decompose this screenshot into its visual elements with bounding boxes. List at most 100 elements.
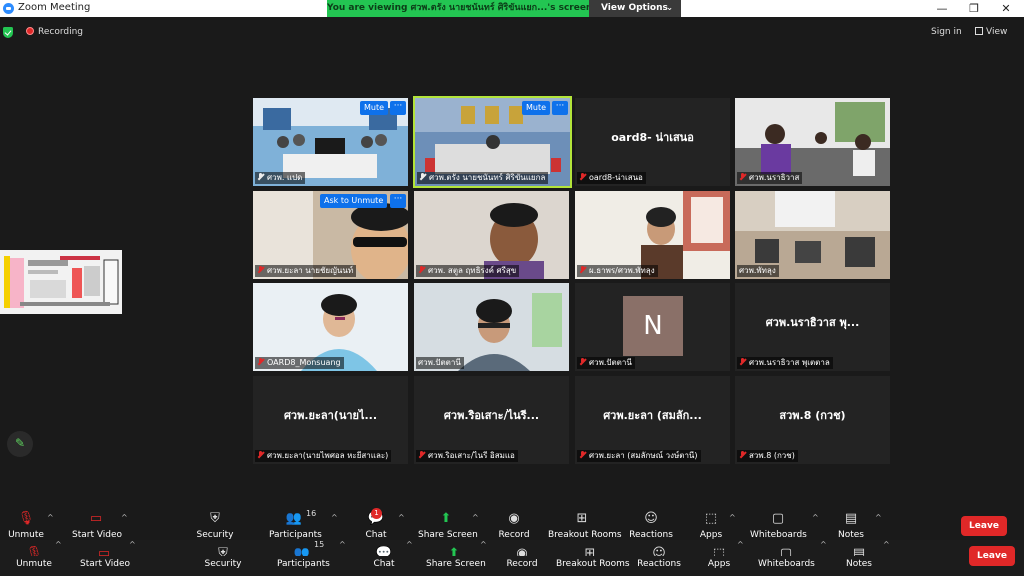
recording-indicator[interactable]: Recording: [26, 27, 83, 37]
more-options-button[interactable]: ···: [390, 194, 406, 208]
microphone-icon: [419, 173, 426, 181]
start-video-button[interactable]: ▭ Start Video: [72, 511, 122, 540]
breakout-rooms-icon: ⊞: [584, 546, 596, 556]
annotate-pencil-button[interactable]: ✎: [7, 431, 33, 457]
reactions-icon: ☺: [652, 546, 666, 556]
chat-button[interactable]: 💬1Chat: [362, 508, 390, 540]
breakout-rooms-button[interactable]: ⊞ Breakout Rooms: [556, 546, 630, 569]
muted-microphone-icon: [739, 358, 746, 366]
shared-screen-thumbnail[interactable]: [0, 250, 122, 314]
mute-button[interactable]: Mute: [522, 101, 551, 115]
participant-tile[interactable]: Mute ··· ศวพ. แปด: [253, 98, 408, 186]
whiteboards-button[interactable]: ▢ Whiteboards: [758, 546, 815, 569]
participant-name: ศวพ.พัทลุง: [737, 265, 779, 277]
participants-button[interactable]: 👥 Participants: [277, 546, 330, 569]
participant-tile[interactable]: ศวพ.ยะลา (สมลัก... ศวพ.ยะลา (สมลักษณ์ วง…: [575, 376, 730, 464]
ask-to-unmute-button[interactable]: Ask to Unmute: [320, 194, 388, 208]
muted-microphone-icon: [418, 266, 425, 274]
participants-options-caret[interactable]: ^: [339, 540, 346, 549]
notes-button[interactable]: ▤ Notes: [837, 511, 865, 540]
video-options-caret[interactable]: ^: [121, 513, 128, 522]
muted-microphone-icon: [579, 266, 586, 274]
notes-button[interactable]: ▤ Notes: [845, 546, 873, 569]
chat-button[interactable]: 💬 Chat: [370, 546, 398, 569]
participant-tile[interactable]: ศวพ.ปัตตานี: [414, 283, 569, 371]
security-button[interactable]: ⛨ Security: [204, 546, 242, 569]
restore-button[interactable]: ❐: [958, 0, 990, 17]
breakout-rooms-button[interactable]: ⊞ Breakout Rooms: [548, 511, 622, 540]
participant-display-name: สวพ.8 (กวช): [779, 409, 846, 422]
participant-tile[interactable]: ศวพ.ยะลา(นายไ... ศวพ.ยะลา(นายไพศอล หะยีส…: [253, 376, 408, 464]
muted-microphone-icon: [257, 266, 264, 274]
notes-options-caret[interactable]: ^: [875, 513, 882, 522]
whiteboards-options-caret[interactable]: ^: [820, 540, 827, 549]
leave-button[interactable]: Leave: [961, 516, 1007, 536]
view-button[interactable]: View: [975, 27, 1007, 37]
participant-tile[interactable]: ศวพ.นราธิวาส: [735, 98, 890, 186]
more-options-button[interactable]: ···: [390, 101, 406, 115]
participant-name: ศวพ.ปัตตานี: [416, 357, 464, 369]
apps-button[interactable]: ⬚ Apps: [698, 511, 724, 540]
unmute-button[interactable]: 🎙 Unmute: [8, 511, 44, 540]
muted-microphone-icon: 🎙: [17, 511, 35, 526]
apps-options-caret[interactable]: ^: [737, 540, 744, 549]
participant-tile[interactable]: ศวพ.ริอเสาะ/ไนรี... ศวพ.ริอเสาะ/ไนรี อิส…: [414, 376, 569, 464]
minimize-button[interactable]: —: [926, 0, 958, 17]
security-shield-icon[interactable]: [3, 27, 13, 38]
notes-icon: ▤: [852, 546, 866, 556]
participant-tile[interactable]: ศวพ. สตูล ฤทธิรงค์ ศรีสุข: [414, 191, 569, 279]
participant-tile[interactable]: oard8- น่าเสนอ oard8-น่าเสนอ: [575, 98, 730, 186]
record-button[interactable]: ◉ Record: [497, 511, 531, 540]
participant-tile[interactable]: ผ.ธาพร/ศวพ.พัทลุง: [575, 191, 730, 279]
video-options-caret[interactable]: ^: [129, 540, 136, 549]
reactions-button[interactable]: ☺ Reactions: [629, 511, 673, 540]
audio-options-caret[interactable]: ^: [55, 540, 62, 549]
participant-tile[interactable]: สวพ.8 (กวช) สวพ.8 (กวช): [735, 376, 890, 464]
close-button[interactable]: ✕: [990, 0, 1022, 17]
chat-options-caret[interactable]: ^: [406, 540, 413, 549]
chat-icon: 💬1: [362, 508, 390, 527]
mute-button[interactable]: Mute: [360, 101, 389, 115]
more-options-button[interactable]: ···: [552, 101, 568, 115]
audio-options-caret[interactable]: ^: [47, 513, 54, 522]
sign-in-link[interactable]: Sign in: [931, 27, 962, 37]
participant-display-name: ศวพ.ยะลา (สมลัก...: [603, 409, 702, 422]
record-button[interactable]: ◉ Record: [505, 546, 539, 569]
share-screen-button[interactable]: ⬆ Share Screen: [418, 511, 478, 540]
participant-tile[interactable]: OARD8_Monsuang: [253, 283, 408, 371]
muted-microphone-icon: 🎙: [25, 546, 43, 556]
notes-options-caret[interactable]: ^: [883, 540, 890, 549]
share-screen-button[interactable]: ⬆ Share Screen: [426, 546, 486, 569]
participant-tile[interactable]: N ศวพ.ปัตตานี: [575, 283, 730, 371]
reactions-button[interactable]: ☺ Reactions: [637, 546, 681, 569]
recording-label: Recording: [38, 27, 84, 37]
participant-tile[interactable]: Ask to Unmute ··· ศวพ.ยะลา นายชัยญันนท์: [253, 191, 408, 279]
view-options-button[interactable]: View Options ⌄: [589, 0, 681, 17]
whiteboards-button[interactable]: ▢ Whiteboards: [750, 511, 807, 540]
muted-microphone-icon: [418, 451, 425, 459]
participant-tile[interactable]: ศวพ.พัทลุง: [735, 191, 890, 279]
share-options-caret[interactable]: ^: [480, 540, 487, 549]
muted-microphone-icon: [257, 451, 264, 459]
meeting-toolbar: 🎙 Unmute ^ ▭ Start Video ^ ⛨ Security 👥 Part…: [0, 507, 1024, 543]
chat-badge: 1: [371, 508, 382, 519]
participant-display-name: oard8- น่าเสนอ: [611, 131, 694, 144]
share-screen-icon: ⬆: [448, 546, 460, 556]
unmute-button[interactable]: 🎙 Unmute: [16, 546, 52, 569]
chat-options-caret[interactable]: ^: [398, 513, 405, 522]
participant-name: ศวพ.นราธิวาส: [737, 172, 803, 184]
participants-options-caret[interactable]: ^: [331, 513, 338, 522]
security-button[interactable]: ⛨ Security: [196, 511, 234, 540]
participant-tile-active-speaker[interactable]: Mute ··· ศวพ.ตรัง นายชนันทร์ ศิริขันแยกล: [413, 96, 572, 188]
participant-name: ผ.ธาพร/ศวพ.พัทลุง: [577, 265, 658, 277]
participant-display-name: ศวพ.นราธิวาส พุ...: [765, 316, 860, 329]
whiteboards-options-caret[interactable]: ^: [812, 513, 819, 522]
share-options-caret[interactable]: ^: [472, 513, 479, 522]
record-icon: ◉: [516, 546, 528, 556]
participant-tile[interactable]: ศวพ.นราธิวาส พุ... ศวพ.นราธิวาส พุเตตาล: [735, 283, 890, 371]
participant-name: ศวพ.ปัตตานี: [577, 357, 635, 369]
apps-options-caret[interactable]: ^: [729, 513, 736, 522]
start-video-button[interactable]: ▭ Start Video: [80, 546, 130, 569]
apps-button[interactable]: ⬚ Apps: [706, 546, 732, 569]
leave-button[interactable]: Leave: [969, 546, 1015, 566]
